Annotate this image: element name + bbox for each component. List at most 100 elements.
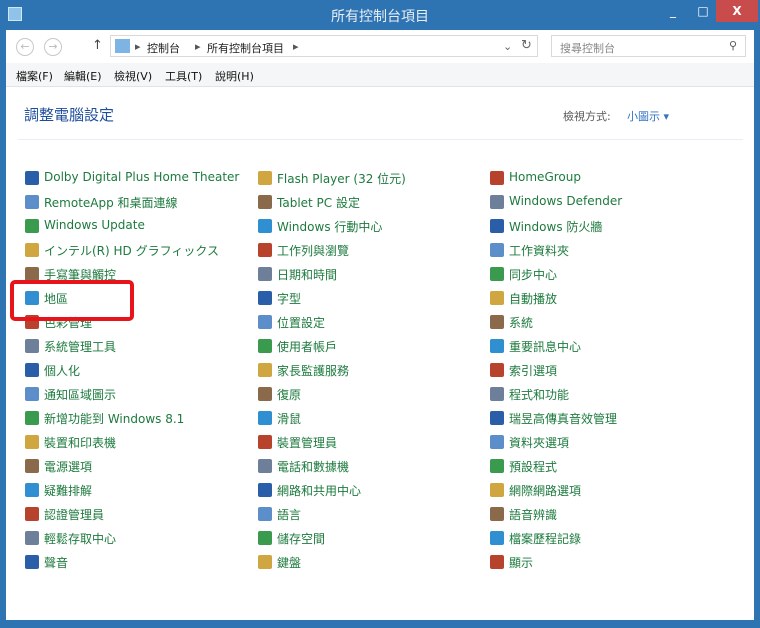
menu-bar: 檔案(F) 編輯(E) 檢視(V) 工具(T) 說明(H) bbox=[6, 63, 754, 87]
item-icon bbox=[258, 195, 272, 209]
view-by-dropdown[interactable]: 小圖示 ▾ bbox=[627, 108, 669, 124]
search-icon[interactable]: ⚲ bbox=[729, 39, 737, 52]
divider bbox=[18, 139, 743, 140]
item-label: 裝置和印表機 bbox=[44, 436, 117, 450]
item-icon bbox=[258, 483, 272, 497]
item-icon bbox=[258, 507, 272, 521]
chevron-right-icon: ▸ bbox=[293, 40, 299, 53]
forward-button[interactable]: → bbox=[44, 38, 62, 56]
item-icon bbox=[490, 291, 504, 305]
menu-edit[interactable]: 編輯(E) bbox=[64, 68, 102, 84]
item-icon bbox=[490, 363, 504, 377]
item-icon bbox=[25, 435, 39, 449]
breadcrumb-control-panel[interactable]: 控制台 bbox=[147, 40, 180, 56]
item-label: 網際網路選項 bbox=[509, 484, 582, 498]
breadcrumb-all-items[interactable]: 所有控制台項目 bbox=[207, 40, 284, 56]
item-label: 日期和時間 bbox=[277, 268, 338, 282]
chevron-right-icon: ▸ bbox=[135, 40, 141, 53]
item-icon bbox=[258, 411, 272, 425]
menu-view[interactable]: 檢視(V) bbox=[114, 68, 152, 84]
item-icon bbox=[25, 507, 39, 521]
item-icon bbox=[490, 219, 504, 233]
chevron-right-icon: ▸ bbox=[195, 40, 201, 53]
item-icon bbox=[490, 243, 504, 257]
item-icon bbox=[258, 531, 272, 545]
item-label: 網路和共用中心 bbox=[277, 484, 362, 498]
item-icon bbox=[258, 267, 272, 281]
item-label: 新增功能到 Windows 8.1 bbox=[44, 412, 185, 426]
menu-tools[interactable]: 工具(T) bbox=[165, 68, 202, 84]
item-icon bbox=[25, 387, 39, 401]
item-icon bbox=[25, 195, 39, 209]
maximize-button[interactable]: □ bbox=[690, 0, 716, 22]
item-icon bbox=[258, 435, 272, 449]
item-label: 索引選項 bbox=[509, 364, 558, 378]
item-icon bbox=[258, 315, 272, 329]
item-icon bbox=[25, 411, 39, 425]
dropdown-icon[interactable]: ⌄ bbox=[503, 40, 512, 53]
item-label: 通知區域圖示 bbox=[44, 388, 117, 402]
item-icon bbox=[25, 267, 39, 281]
up-button[interactable]: ↑ bbox=[92, 38, 103, 53]
item-label: Windows 行動中心 bbox=[277, 220, 383, 234]
minimize-button[interactable]: _ bbox=[660, 0, 686, 22]
item-label: 語音辨識 bbox=[509, 508, 558, 522]
item-icon bbox=[258, 459, 272, 473]
item-icon bbox=[490, 459, 504, 473]
item-label: 瑞昱高傳真音效管理 bbox=[509, 412, 618, 426]
item-icon bbox=[490, 483, 504, 497]
item-label: 認證管理員 bbox=[44, 508, 105, 522]
item-icon bbox=[490, 435, 504, 449]
item-label: 系統 bbox=[509, 316, 534, 330]
item-icon bbox=[490, 339, 504, 353]
close-button[interactable]: X bbox=[716, 0, 758, 22]
item-icon bbox=[490, 267, 504, 281]
item-icon bbox=[25, 459, 39, 473]
item-label: 使用者帳戶 bbox=[277, 340, 338, 354]
item-icon bbox=[25, 243, 39, 257]
item-icon bbox=[25, 363, 39, 377]
item-label: 個人化 bbox=[44, 364, 81, 378]
control-panel-icon bbox=[115, 39, 130, 53]
search-input[interactable]: 搜尋控制台 ⚲ bbox=[551, 35, 746, 57]
item-label: 預設程式 bbox=[509, 460, 558, 474]
item-label: 工作列與瀏覽 bbox=[277, 244, 350, 258]
back-button[interactable]: ← bbox=[16, 38, 34, 56]
menu-help[interactable]: 說明(H) bbox=[215, 68, 254, 84]
title-bar[interactable]: 所有控制台項目 _ □ X bbox=[0, 0, 760, 30]
item-label: インテル(R) HD グラフィックス bbox=[44, 244, 219, 258]
item-icon bbox=[490, 315, 504, 329]
item-label: 裝置管理員 bbox=[277, 436, 338, 450]
refresh-icon[interactable]: ↻ bbox=[521, 38, 532, 53]
item-label: 鍵盤 bbox=[277, 556, 302, 570]
item-label: 復原 bbox=[277, 388, 302, 402]
address-bar[interactable]: ▸ 控制台 ▸ 所有控制台項目 ▸ ⌄ ↻ bbox=[110, 35, 538, 57]
view-by-label: 檢視方式: bbox=[563, 110, 611, 123]
item-label: 電源選項 bbox=[44, 460, 93, 474]
item-label: RemoteApp 和桌面連線 bbox=[44, 196, 178, 210]
item-icon bbox=[490, 411, 504, 425]
item-icon bbox=[258, 555, 272, 569]
item-label: 自動播放 bbox=[509, 292, 558, 306]
item-icon bbox=[258, 171, 272, 185]
item-label: 滑鼠 bbox=[277, 412, 302, 426]
item-label: 資料夾選項 bbox=[509, 436, 570, 450]
menu-file[interactable]: 檔案(F) bbox=[16, 68, 53, 84]
item-label: 位置設定 bbox=[277, 316, 326, 330]
item-label: 儲存空間 bbox=[277, 532, 326, 546]
item-label: 語言 bbox=[277, 508, 302, 522]
item-icon bbox=[490, 387, 504, 401]
item-icon bbox=[25, 555, 39, 569]
item-icon bbox=[25, 531, 39, 545]
item-label: 程式和功能 bbox=[509, 388, 570, 402]
item-label: Tablet PC 設定 bbox=[277, 196, 360, 210]
item-label: 同步中心 bbox=[509, 268, 558, 282]
page-title: 調整電腦設定 bbox=[24, 106, 115, 124]
navigation-bar: ← → ↑ ▸ 控制台 ▸ 所有控制台項目 ▸ ⌄ ↻ 搜尋控制台 ⚲ bbox=[6, 30, 754, 62]
item-icon bbox=[258, 243, 272, 257]
item-icon bbox=[25, 483, 39, 497]
item-label: 顯示 bbox=[509, 556, 534, 570]
item-label: Flash Player (32 位元) bbox=[277, 172, 406, 186]
item-label: 字型 bbox=[277, 292, 302, 306]
item-label: 疑難排解 bbox=[44, 484, 93, 498]
